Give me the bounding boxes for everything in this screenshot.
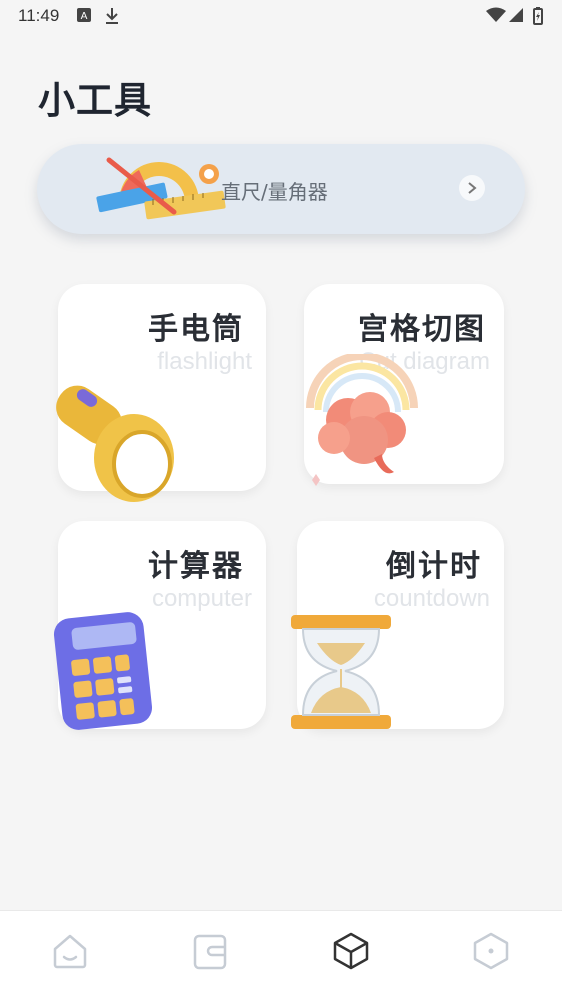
status-bar: 11:49 A [0, 0, 562, 32]
ruler-protractor-label: 直尺/量角器 [221, 180, 328, 204]
battery-icon [532, 7, 544, 29]
calculator-subtitle: computer [151, 585, 252, 612]
hexagon-icon [473, 932, 509, 970]
download-icon [104, 7, 120, 29]
tab-tools[interactable] [331, 931, 371, 971]
svg-text:A: A [81, 11, 88, 22]
tab-profile[interactable] [471, 931, 511, 971]
calculator-tile[interactable]: 计算器 computer [53, 521, 266, 730]
tab-home[interactable] [50, 931, 90, 971]
flashlight-subtitle: flashlight [157, 348, 252, 375]
wallet-icon [193, 934, 227, 970]
calculator-title: 计算器 [148, 549, 244, 584]
flashlight-tile[interactable]: 手电筒 flashlight [56, 284, 266, 502]
page-title: 小工具 [38, 79, 152, 122]
flashlight-title: 手电筒 [148, 312, 244, 347]
cut-diagram-title: 宫格切图 [358, 312, 486, 347]
cut-diagram-tile[interactable]: 宫格切图 Cut diagram [304, 284, 504, 486]
hourglass-icon [289, 613, 393, 735]
cube-icon [333, 932, 369, 970]
notification-a-icon: A [76, 7, 92, 27]
calculator-icon [52, 609, 158, 737]
countdown-title: 倒计时 [386, 549, 482, 584]
countdown-subtitle: countdown [373, 585, 490, 612]
home-icon [53, 934, 87, 969]
signal-icon [508, 7, 524, 27]
bottom-tab-bar [0, 910, 562, 1001]
cloud-rainbow-icon [304, 352, 424, 498]
tab-wallet[interactable] [190, 931, 230, 971]
ruler-protractor-illustration [89, 152, 229, 224]
flashlight-icon [46, 380, 176, 510]
countdown-tile[interactable]: 倒计时 countdown [291, 521, 504, 729]
wifi-icon [486, 7, 506, 27]
ruler-protractor-card[interactable]: 直尺/量角器 [37, 144, 525, 234]
status-time: 11:49 [18, 6, 60, 25]
chevron-right-icon[interactable] [459, 175, 485, 201]
